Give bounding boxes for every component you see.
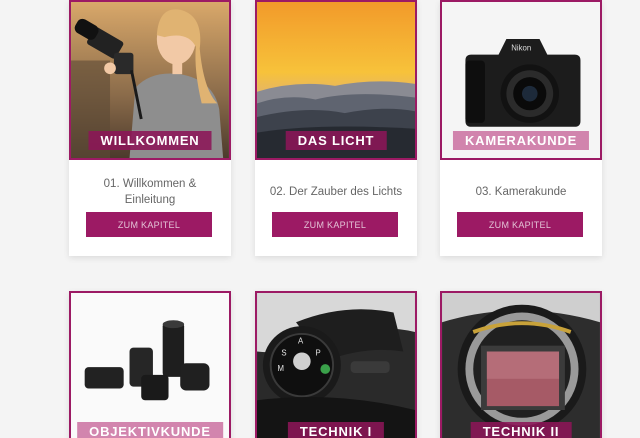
card-image-kamerakunde[interactable]: Nikon KAMERAKUNDE	[440, 0, 602, 160]
camera-mode-dial-image: A S M P	[257, 293, 415, 438]
mode-dial-letter: A	[298, 337, 304, 346]
lenses-image	[71, 293, 229, 438]
camera-sensor-image	[442, 293, 600, 438]
card-banner: OBJEKTIVKUNDE	[77, 422, 223, 438]
mode-dial-letter: M	[278, 364, 285, 373]
card-title: 01. Willkommen & Einleitung	[103, 178, 197, 206]
card-title: 03. Kamerakunde	[475, 186, 567, 198]
card-image-technik-1[interactable]: A S M P TECHNIK I	[255, 291, 417, 438]
course-card-willkommen: WILLKOMMEN 01. Willkommen & Einleitung Z…	[69, 0, 231, 256]
zum-kapitel-button[interactable]: ZUM KAPITEL	[457, 212, 583, 237]
course-card-das-licht: DAS LICHT 02. Der Zauber des Lichts ZUM …	[255, 0, 417, 256]
card-image-technik-2[interactable]: TECHNIK II	[440, 291, 602, 438]
course-card-kamerakunde: Nikon KAMERAKUNDE 03. Kamerakunde ZUM KA…	[440, 0, 602, 256]
card-banner: KAMERAKUNDE	[452, 131, 590, 150]
course-card-technik-2: TECHNIK II	[440, 291, 602, 438]
card-banner: TECHNIK I	[287, 422, 385, 438]
card-image-willkommen[interactable]: WILLKOMMEN	[69, 0, 231, 160]
card-banner: TECHNIK II	[470, 422, 572, 438]
zum-kapitel-button[interactable]: ZUM KAPITEL	[272, 212, 398, 237]
card-banner: WILLKOMMEN	[88, 131, 212, 150]
mode-dial-letter: S	[281, 348, 286, 357]
card-image-objektivkunde[interactable]: OBJEKTIVKUNDE	[69, 291, 231, 438]
card-image-das-licht[interactable]: DAS LICHT	[255, 0, 417, 160]
card-title: 02. Der Zauber des Lichts	[269, 186, 403, 198]
card-banner: DAS LICHT	[285, 131, 387, 150]
zum-kapitel-button[interactable]: ZUM KAPITEL	[86, 212, 212, 237]
course-card-objektivkunde: OBJEKTIVKUNDE	[69, 291, 231, 438]
camera-brand-text: Nikon	[511, 44, 531, 53]
course-card-technik-1: A S M P TECHNIK I	[255, 291, 417, 438]
mode-dial-letter: P	[316, 348, 321, 357]
